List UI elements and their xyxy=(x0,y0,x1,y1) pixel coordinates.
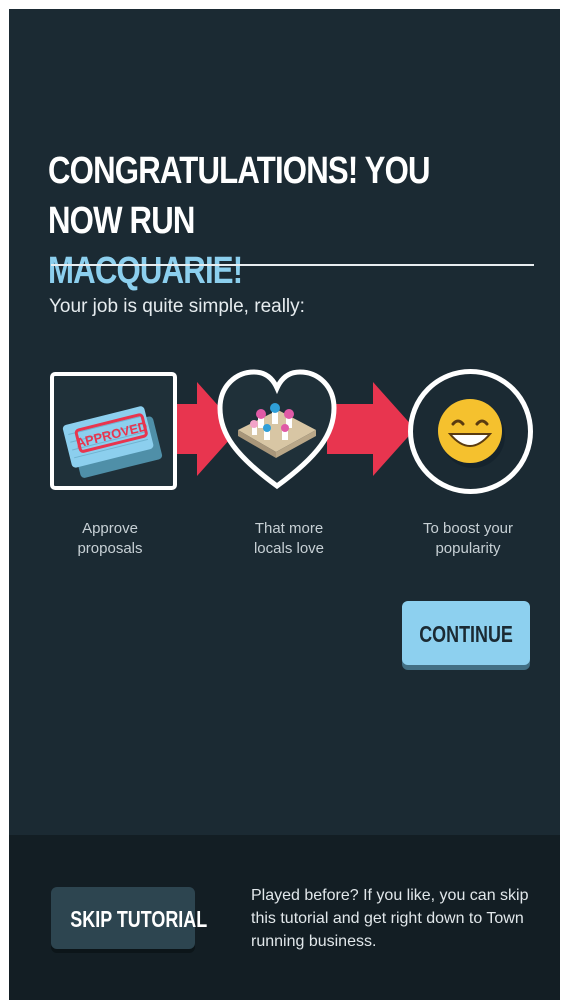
approve-step: APPROVED xyxy=(50,372,177,490)
smiley-face-icon xyxy=(438,399,505,468)
skip-label: SKIP TUTORIAL xyxy=(70,906,208,932)
skip-tutorial-button[interactable]: SKIP TUTORIAL xyxy=(51,887,207,949)
caption-line: popularity xyxy=(435,540,501,557)
divider xyxy=(51,264,534,266)
skip-footer: SKIP TUTORIAL Played before? If you like… xyxy=(9,835,560,1000)
intro-text: Your job is quite simple, really: xyxy=(49,296,305,317)
skip-info-text: Played before? If you like, you can skip… xyxy=(251,887,529,950)
caption-line: Approve xyxy=(82,520,138,537)
town-name: MACQUARIE! xyxy=(48,250,243,292)
app-screen: CONGRATULATIONS! YOU NOW RUN MACQUARIE! … xyxy=(9,9,560,1000)
caption-line: That more xyxy=(254,520,324,537)
caption-line: To boost your xyxy=(422,520,514,537)
continue-label: CONTINUE xyxy=(419,621,513,647)
approved-stamp-icon: APPROVED xyxy=(62,406,163,478)
steps-flow: APPROVED xyxy=(9,364,560,504)
caption-line: proposals xyxy=(77,540,143,557)
step-caption-locals: That more locals love xyxy=(224,519,354,559)
heart-locals-icon xyxy=(217,369,337,490)
step-caption-popularity: To boost your popularity xyxy=(403,519,533,559)
title-line: CONGRATULATIONS! YOU NOW RUN xyxy=(48,150,431,242)
continue-button[interactable]: CONTINUE xyxy=(402,601,530,665)
arrow-right-icon xyxy=(327,382,415,476)
step-caption-approve: Approve proposals xyxy=(45,519,175,559)
page-title: CONGRATULATIONS! YOU NOW RUN MACQUARIE! xyxy=(48,146,442,296)
caption-line: locals love xyxy=(253,540,325,557)
popularity-step xyxy=(408,369,533,494)
tutorial-panel: CONGRATULATIONS! YOU NOW RUN MACQUARIE! … xyxy=(9,9,560,835)
